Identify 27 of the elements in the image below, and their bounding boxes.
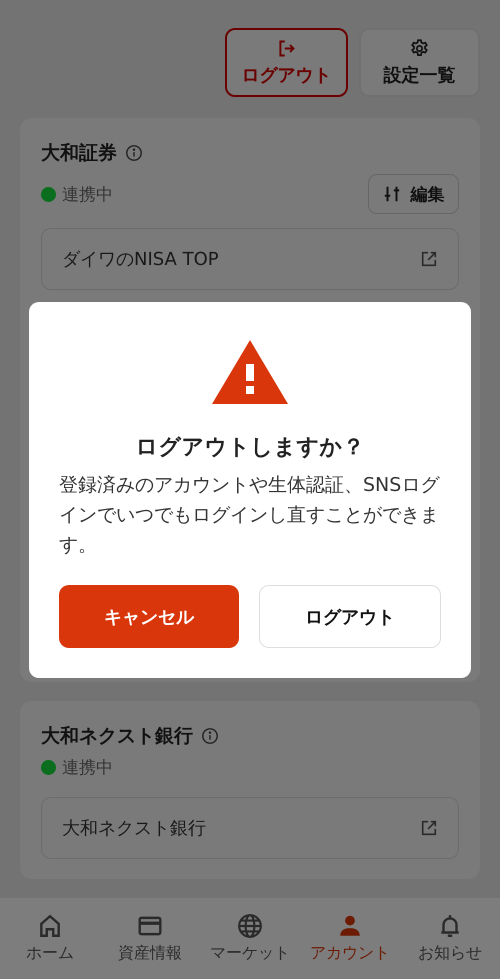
- home-icon: [37, 913, 63, 940]
- logout-button[interactable]: ログアウト: [259, 585, 441, 648]
- nav-tab[interactable]: ホーム: [0, 898, 100, 979]
- logout-button[interactable]: ログアウト: [225, 28, 348, 97]
- dialog-message: 登録済みのアカウントや生体認証、SNSログインでいつでもログインし直すことができます。: [59, 473, 441, 558]
- status-text: 連携中: [62, 756, 113, 779]
- cancel-button[interactable]: キャンセル: [59, 585, 239, 648]
- nav-tab[interactable]: 資産情報: [100, 898, 200, 979]
- info-icon[interactable]: [125, 144, 143, 162]
- nav-tab[interactable]: アカウント: [300, 898, 400, 979]
- account-name: 大和証券: [41, 141, 117, 166]
- external-link-icon: [420, 819, 438, 838]
- globe-icon: [237, 913, 263, 940]
- dialog-title: ログアウトしますか？: [136, 434, 364, 462]
- link-row[interactable]: ダイワのNISA TOP: [41, 228, 459, 290]
- settings-button[interactable]: 設定一覧: [359, 28, 480, 97]
- info-icon[interactable]: [201, 727, 219, 746]
- edit-button[interactable]: 編集: [368, 174, 459, 214]
- account-name: 大和ネクスト銀行: [41, 724, 193, 750]
- warning-icon: [212, 340, 288, 404]
- nav-tab[interactable]: お知らせ: [400, 898, 500, 979]
- status-text: 連携中: [62, 184, 113, 206]
- external-link-icon: [420, 250, 438, 268]
- sliders-icon: [382, 185, 400, 203]
- link-row[interactable]: 大和ネクスト銀行: [41, 797, 459, 860]
- settings-icon: [409, 38, 430, 59]
- nav-tab[interactable]: マーケット: [200, 898, 300, 979]
